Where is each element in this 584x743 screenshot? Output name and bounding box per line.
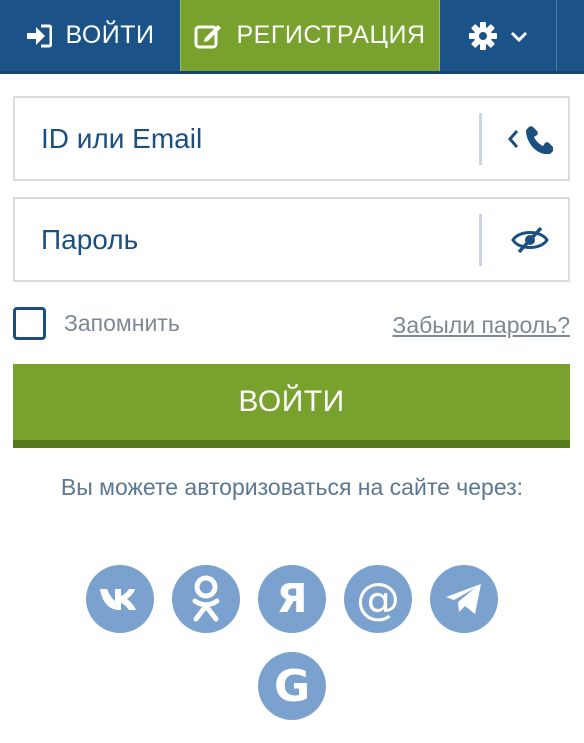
yandex-login-button[interactable]: Я bbox=[258, 565, 326, 633]
odnoklassniki-login-button[interactable] bbox=[172, 565, 240, 633]
telegram-login-button[interactable] bbox=[430, 565, 498, 633]
odnoklassniki-icon bbox=[192, 575, 220, 622]
topbar-spacer bbox=[557, 0, 584, 71]
chevron-down-icon bbox=[510, 21, 528, 50]
top-navigation: ВОЙТИ РЕГИСТРАЦИЯ bbox=[0, 0, 584, 74]
eye-slash-icon bbox=[511, 226, 549, 253]
mailru-icon: @ bbox=[356, 573, 400, 625]
id-email-field-container bbox=[13, 96, 570, 181]
settings-dropdown[interactable] bbox=[440, 0, 557, 71]
social-login-text: Вы можете авторизоваться на сайте через: bbox=[60, 474, 524, 500]
forgot-password-link[interactable]: Забыли пароль? bbox=[392, 312, 570, 339]
tab-login[interactable]: ВОЙТИ bbox=[0, 0, 180, 71]
field-divider bbox=[479, 112, 482, 165]
phone-icon bbox=[508, 125, 553, 154]
social-row: G bbox=[0, 652, 584, 720]
gear-icon bbox=[468, 21, 498, 51]
sign-in-icon bbox=[26, 24, 52, 48]
yandex-icon: Я bbox=[276, 576, 308, 622]
tab-register-label: РЕГИСТРАЦИЯ bbox=[236, 21, 426, 49]
tab-login-label: ВОЙТИ bbox=[65, 21, 155, 49]
password-field-container bbox=[13, 197, 570, 282]
id-email-input[interactable] bbox=[15, 98, 479, 179]
show-password-toggle[interactable] bbox=[492, 199, 568, 280]
google-login-button[interactable]: G bbox=[258, 652, 326, 720]
field-divider bbox=[479, 213, 482, 266]
remember-me[interactable]: Запомнить bbox=[13, 307, 180, 340]
vk-icon bbox=[100, 589, 136, 610]
vk-login-button[interactable] bbox=[86, 565, 154, 633]
mailru-login-button[interactable]: @ bbox=[344, 565, 412, 633]
edit-icon bbox=[194, 23, 222, 49]
social-row: Я @ bbox=[0, 565, 584, 633]
login-submit-button[interactable]: ВОЙТИ bbox=[13, 364, 570, 448]
remember-label: Запомнить bbox=[64, 310, 180, 336]
password-input[interactable] bbox=[15, 199, 479, 280]
phone-login-toggle[interactable] bbox=[492, 98, 568, 179]
remember-checkbox[interactable] bbox=[13, 307, 46, 340]
telegram-icon bbox=[446, 584, 481, 614]
google-icon: G bbox=[273, 660, 311, 712]
tab-register[interactable]: РЕГИСТРАЦИЯ bbox=[180, 0, 440, 71]
